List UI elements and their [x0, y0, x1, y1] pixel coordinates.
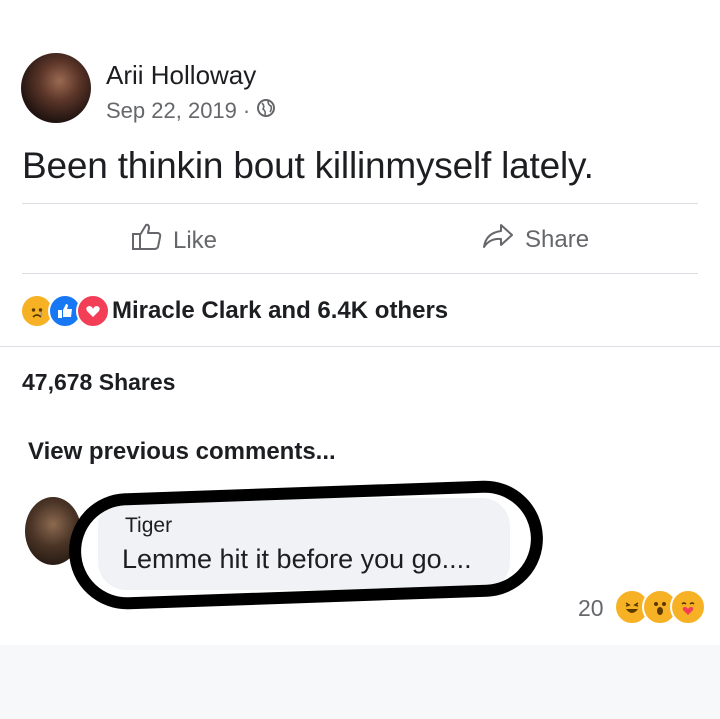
- author-avatar[interactable]: [21, 53, 91, 123]
- divider: [22, 203, 698, 204]
- view-previous-comments-link[interactable]: View previous comments...: [28, 438, 336, 466]
- comment-text: Lemme hit it before you go....: [122, 544, 472, 574]
- thumbs-up-icon: [131, 222, 163, 259]
- shares-count[interactable]: 47,678 Shares: [22, 369, 175, 396]
- share-arrow-icon: [481, 222, 515, 257]
- share-button[interactable]: Share: [481, 222, 589, 257]
- reactions-text[interactable]: Miracle Clark and 6.4K others: [112, 297, 448, 325]
- post-date[interactable]: Sep 22, 2019: [106, 98, 237, 124]
- post-text: Been thinkin bout killinmyself lately.: [22, 145, 594, 186]
- like-button[interactable]: Like: [131, 222, 217, 259]
- love-reaction-icon: [76, 294, 110, 328]
- post-meta: Sep 22, 2019 ·: [106, 98, 276, 124]
- page-footer-area: [0, 645, 720, 719]
- comment-reaction-count[interactable]: 20: [578, 595, 604, 622]
- reactions-summary[interactable]: [20, 294, 110, 328]
- meta-separator: ·: [242, 98, 251, 123]
- like-label: Like: [173, 226, 218, 254]
- divider: [0, 346, 720, 347]
- care-reaction-icon: [670, 589, 706, 625]
- comment-reactions[interactable]: [614, 589, 706, 625]
- comment-author[interactable]: Tiger: [125, 514, 172, 538]
- divider: [22, 273, 698, 274]
- share-label: Share: [525, 225, 590, 253]
- author-name[interactable]: Arii Holloway: [106, 60, 256, 91]
- globe-icon: [256, 98, 276, 124]
